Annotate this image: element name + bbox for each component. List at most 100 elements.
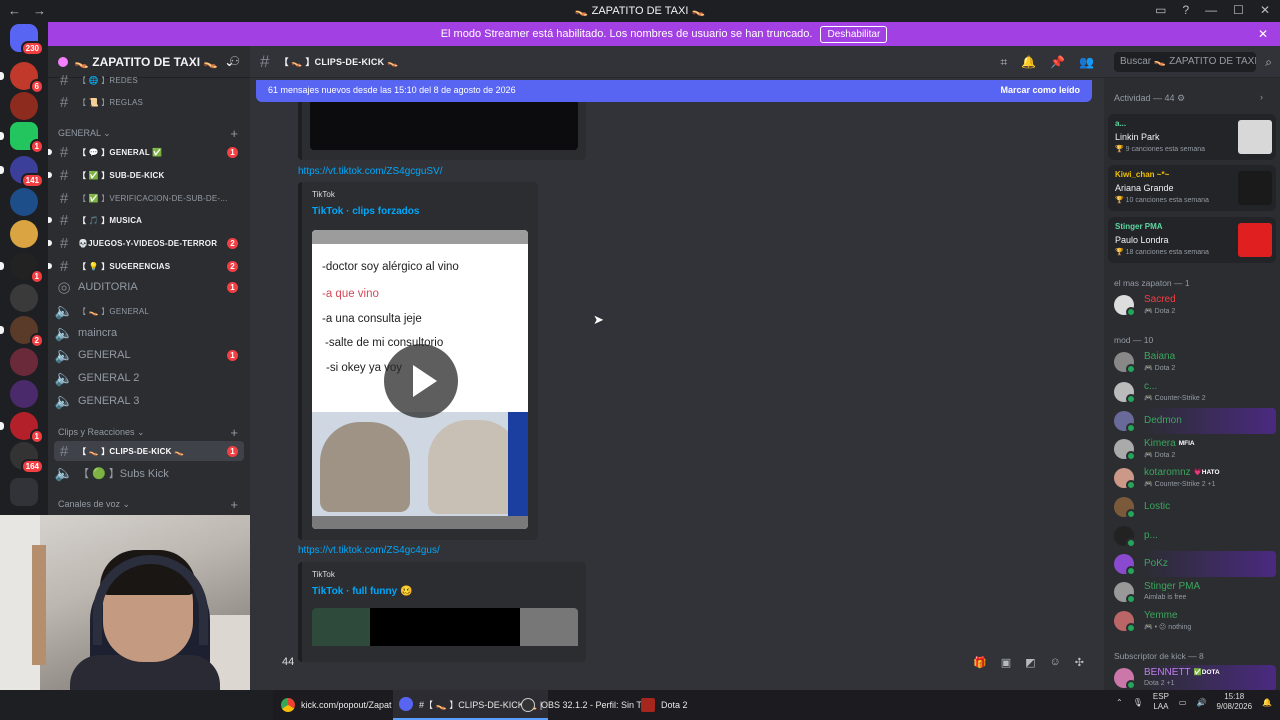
member-item[interactable]: PoKz [1108, 551, 1276, 577]
member-item[interactable]: Stinger PMA Aimlab is free [1108, 579, 1276, 605]
activity-user: Kiwi_chan ~*~ [1115, 170, 1170, 179]
member-item[interactable]: Yemme 🎮 • 😕 nothing [1108, 608, 1276, 634]
video-thumbnail[interactable] [312, 608, 578, 646]
disable-streamer-button[interactable]: Deshabilitar [820, 25, 888, 43]
server-icon[interactable]: 1 [0, 252, 44, 284]
close-window-button[interactable]: ✕ [1260, 3, 1270, 17]
add-channel-icon[interactable]: + [230, 497, 238, 512]
member-list-icon[interactable]: 👥 [1079, 55, 1094, 70]
channel-sugerencias[interactable]: # 【 💡 】SUGERENCIAS 2 [48, 256, 244, 276]
channel-redes[interactable]: # 【 🌐 】REDES [54, 70, 244, 90]
taskbar-dota[interactable]: Dota 2 [641, 690, 688, 720]
category-general[interactable]: GENERAL ⌄ + [58, 126, 238, 141]
member-item[interactable]: Lostic [1108, 494, 1276, 520]
add-member-icon[interactable]: ⚇ [229, 54, 240, 68]
mic-icon[interactable]: 🎙 [1133, 698, 1143, 707]
server-icon[interactable] [10, 284, 38, 312]
message-input[interactable]: 44 🎁 ▣ ◩ ☺ ✣ [272, 648, 1094, 676]
activity-card[interactable]: Stinger PMA Paulo Londra 🏆 18 canciones … [1108, 217, 1276, 263]
activity-header[interactable]: Actividad — 44 ⚙ › [1114, 92, 1263, 104]
voice-channel-maincra[interactable]: 🔈 maincra [54, 323, 244, 343]
voice-channel-general-2[interactable]: 🔈 GENERAL 2 [54, 368, 244, 388]
direct-messages-button[interactable]: 230 [10, 24, 44, 56]
activity-user: a... [1115, 119, 1127, 128]
server-icon[interactable]: 141 [0, 156, 44, 188]
server-icon[interactable]: 6 [0, 62, 44, 94]
search-icon[interactable]: ⌕ [1265, 55, 1272, 70]
channel-terror[interactable]: # 💀JUEGOS-Y-VIDEOS-DE-TERROR 2 [48, 233, 244, 253]
forward-arrow-icon[interactable]: → [33, 3, 46, 18]
server-icon[interactable]: 1 [0, 122, 44, 154]
back-arrow-icon[interactable]: ← [8, 3, 21, 18]
activity-count: 🏆 18 canciones esta semana [1115, 249, 1209, 256]
language-indicator[interactable]: ESP LAA [1153, 692, 1169, 712]
tray-chevron-icon[interactable]: ⌃ [1116, 698, 1123, 707]
notifications-icon[interactable]: 🔔 [1262, 698, 1272, 707]
bell-icon[interactable]: 🔔 [1021, 55, 1036, 70]
member-item[interactable]: Dedmon [1108, 408, 1276, 434]
folder-icon[interactable] [10, 478, 38, 506]
activity-card[interactable]: a... Linkin Park 🏆 9 canciones esta sema… [1108, 114, 1276, 160]
server-boost-icon [58, 56, 68, 67]
embed-title[interactable]: TikTok · clips forzados [312, 206, 419, 217]
sticker-icon[interactable]: ◩ [1025, 656, 1035, 669]
server-icon[interactable]: 2 [0, 316, 44, 348]
channel-clips-de-kick[interactable]: # 【 👡 】CLIPS-DE-KICK 👡 1 [54, 441, 244, 461]
member-item[interactable]: p... [1108, 523, 1276, 549]
emoji-icon[interactable]: ☺ [1050, 656, 1061, 669]
inbox-icon[interactable]: ▭ [1155, 3, 1166, 17]
category-voz[interactable]: Canales de voz ⌄ + [58, 497, 238, 512]
channel-verificacion[interactable]: # 【 ✅ 】VERIFICACION-DE-SUB-DE-... [54, 188, 244, 208]
network-icon[interactable]: ▭ [1179, 698, 1187, 707]
channel-reglas[interactable]: # 【 📜 】REGLAS [54, 92, 244, 112]
member-item[interactable]: BENNETT ✅DOTA Dota 2 +1 [1108, 665, 1276, 690]
close-banner-icon[interactable]: ✕ [1258, 27, 1268, 41]
maximize-button[interactable]: ☐ [1233, 3, 1244, 17]
add-channel-icon[interactable]: + [230, 126, 238, 141]
gift-icon[interactable]: 🎁 [973, 656, 987, 669]
activity-card[interactable]: Kiwi_chan ~*~ Ariana Grande 🏆 10 cancion… [1108, 165, 1276, 211]
message-link[interactable]: https://vt.tiktok.com/ZS4gc4gus/ [298, 545, 440, 556]
taskbar-obs[interactable]: OBS 32.1.2 - Perfil: Sin Tí [521, 690, 644, 720]
voice-channel-general-1[interactable]: 🔈 GENERAL 1 [54, 345, 244, 365]
video-player[interactable]: -doctor soy alérgico al vino -a que vino… [312, 230, 528, 529]
voice-channel-general[interactable]: 🔈 【 👡 】GENERAL [54, 301, 244, 321]
channel-auditoria[interactable]: ◎ AUDITORIA 1 [54, 277, 244, 297]
member-item[interactable]: Sacred 🎮 Dota 2 [1108, 292, 1276, 318]
category-clips[interactable]: Clips y Reacciones ⌄ + [58, 425, 238, 440]
voice-channel-general-3[interactable]: 🔈 GENERAL 3 [54, 391, 244, 411]
apps-icon[interactable]: ✣ [1075, 656, 1084, 669]
help-icon[interactable]: ? [1182, 3, 1189, 17]
server-icon[interactable] [10, 348, 38, 376]
server-icon[interactable] [10, 188, 38, 216]
clock[interactable]: 15:18 9/08/2026 [1216, 692, 1252, 712]
message-link[interactable]: https://vt.tiktok.com/ZS4gcguSV/ [298, 166, 443, 177]
pin-icon[interactable]: 📌 [1050, 55, 1065, 70]
server-icon[interactable] [10, 380, 38, 408]
server-icon[interactable]: 1 [0, 412, 44, 444]
server-icon[interactable]: 164 [10, 442, 44, 474]
video-thumbnail[interactable] [310, 102, 578, 150]
mark-as-read-button[interactable]: Marcar como leído [1000, 85, 1080, 95]
server-icon[interactable] [10, 220, 38, 248]
server-icon[interactable] [10, 92, 38, 120]
member-item[interactable]: Kimera MFIA 🎮 Dota 2 [1108, 436, 1276, 462]
volume-icon[interactable]: 🔊 [1196, 698, 1206, 707]
threads-icon[interactable]: ⌗ [1000, 55, 1007, 70]
play-button-icon[interactable] [384, 344, 458, 418]
minimize-button[interactable]: — [1205, 3, 1217, 17]
new-messages-bar[interactable]: 61 mensajes nuevos desde las 15:10 del 8… [256, 80, 1092, 102]
gif-icon[interactable]: ▣ [1001, 656, 1011, 669]
search-input[interactable]: Buscar 👡 ZAPATITO DE TAXI 👡 [1114, 52, 1256, 72]
voice-channel-subs-kick[interactable]: 🔈 【 🟢 】Subs Kick [54, 463, 244, 483]
member-item[interactable]: c... 🎮 Counter-Strike 2 [1108, 379, 1276, 405]
member-item[interactable]: Baiana 🎮 Dota 2 [1108, 349, 1276, 375]
embed-title[interactable]: TikTok · full funny 🥴 [312, 586, 412, 597]
channel-sub-de-kick[interactable]: # 【 ✅ 】SUB-DE-KICK [48, 165, 244, 185]
add-channel-icon[interactable]: + [230, 425, 238, 440]
mention-badge: 1 [227, 282, 238, 293]
channel-general[interactable]: # 【 💬 】GENERAL ✅ 1 [48, 142, 244, 162]
channel-musica[interactable]: # 【 🎵 】MUSICA [48, 210, 244, 230]
member-item[interactable]: kotaromnz 💗HATO 🎮 Counter-Strike 2 +1 [1108, 465, 1276, 491]
taskbar-chrome[interactable]: kick.com/popout/Zapat [281, 690, 392, 720]
